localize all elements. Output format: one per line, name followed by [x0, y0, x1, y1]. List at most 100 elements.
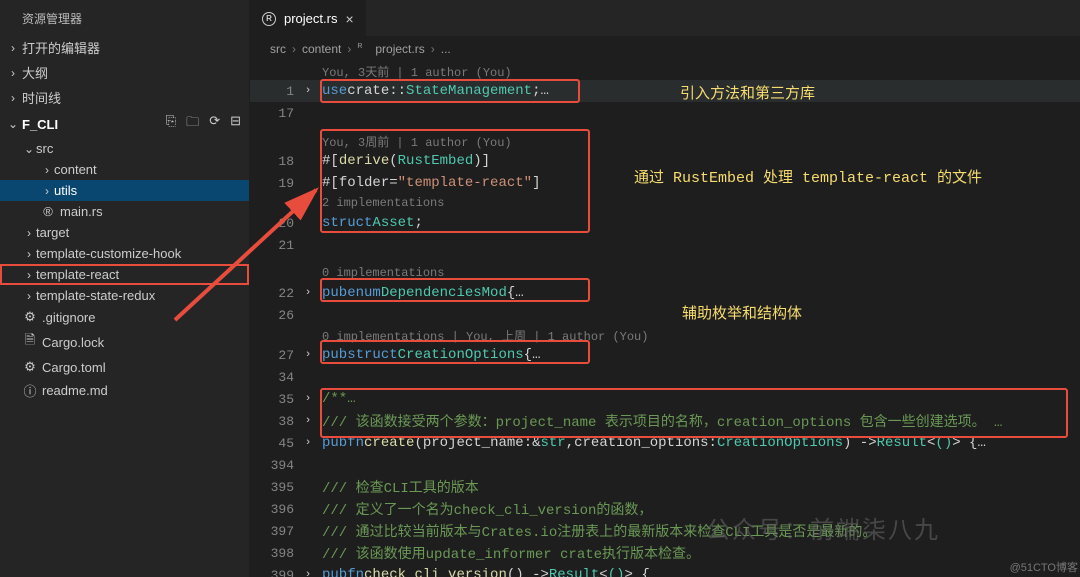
breadcrumb-part: ...: [441, 42, 451, 56]
line-number: 21: [250, 238, 300, 253]
code-lens[interactable]: 2 implementations: [322, 194, 1080, 212]
tree-folder-template-customize-hook[interactable]: › template-customize-hook: [0, 243, 249, 264]
fold-icon[interactable]: ›: [300, 85, 316, 97]
tree-folder-utils[interactable]: › utils: [0, 180, 249, 201]
tree-file-cargo-toml[interactable]: ⚙ Cargo.toml: [0, 356, 249, 378]
annotation-label: 通过 RustEmbed 处理 template-react 的文件: [634, 166, 982, 187]
line-number: 394: [250, 458, 300, 473]
breadcrumb-part[interactable]: src: [270, 42, 286, 56]
tree-folder-content[interactable]: › content: [0, 159, 249, 180]
fold-icon[interactable]: ›: [300, 437, 316, 449]
code-line[interactable]: 35 › /**…: [250, 388, 1080, 410]
line-number: 35: [250, 392, 300, 407]
code-line[interactable]: 45 › pub fn create(project_name: &str, c…: [250, 432, 1080, 454]
breadcrumb[interactable]: src › content › R project.rs › ...: [250, 36, 1080, 62]
section-project-root[interactable]: ⌄ F_CLI ⎘ 🗀 ⟳ ⊟: [0, 110, 249, 138]
collapse-all-icon[interactable]: ⊟: [230, 113, 241, 135]
chevron-down-icon: ⌄: [6, 117, 20, 131]
rust-icon: R: [357, 43, 369, 55]
section-open-editors[interactable]: › 打开的编辑器: [0, 35, 249, 60]
code-line[interactable]: 397/// 通过比较当前版本与Crates.io注册表上的最新版本来检查CLI…: [250, 520, 1080, 542]
fold-icon[interactable]: ›: [300, 415, 316, 427]
code-line[interactable]: 17: [250, 102, 1080, 124]
chevron-down-icon: ⌄: [22, 142, 36, 156]
chevron-right-icon: ›: [6, 66, 20, 80]
code-line[interactable]: 395/// 检查CLI工具的版本: [250, 476, 1080, 498]
line-number: 26: [250, 308, 300, 323]
sidebar-title: 资源管理器: [0, 0, 249, 35]
chevron-right-icon: ›: [40, 184, 54, 198]
tree-file-main-rs[interactable]: ® main.rs: [0, 201, 249, 222]
explorer-sidebar: 资源管理器 › 打开的编辑器 › 大纲 › 时间线 ⌄ F_CLI ⎘ 🗀 ⟳ …: [0, 0, 250, 577]
code-lens[interactable]: You, 3天前 | 1 author (You): [322, 62, 1080, 80]
tab-label: project.rs: [284, 11, 337, 26]
tree-file-gitignore[interactable]: ⚙ .gitignore: [0, 306, 249, 328]
fold-icon[interactable]: ›: [300, 393, 316, 405]
breadcrumb-part[interactable]: project.rs: [375, 42, 424, 56]
code-line[interactable]: 396/// 定义了一个名为check_cli_version的函数，: [250, 498, 1080, 520]
line-number: 27: [250, 348, 300, 363]
tree-folder-template-react[interactable]: › template-react: [0, 264, 249, 285]
code-line[interactable]: 26: [250, 304, 1080, 326]
chevron-right-icon: ›: [6, 91, 20, 105]
code-line[interactable]: 22 › pub enum DependenciesMod {…: [250, 282, 1080, 304]
section-outline[interactable]: › 大纲: [0, 60, 249, 85]
code-line[interactable]: 21: [250, 234, 1080, 256]
close-icon[interactable]: ×: [345, 11, 353, 27]
watermark-credit: @51CTO博客: [1010, 559, 1078, 575]
code-line[interactable]: 38 › /// 该函数接受两个参数：project_name 表示项目的名称，…: [250, 410, 1080, 432]
chevron-right-icon: ›: [22, 226, 36, 240]
gear-icon: ⚙: [22, 359, 38, 375]
code-editor[interactable]: You, 3天前 | 1 author (You) 1 › use crate:…: [250, 62, 1080, 577]
code-line[interactable]: 394: [250, 454, 1080, 476]
tab-project-rs[interactable]: R project.rs ×: [250, 0, 366, 36]
tree-file-readme[interactable]: ⓘ readme.md: [0, 378, 249, 403]
chevron-right-icon: ›: [22, 268, 36, 282]
line-number: 38: [250, 414, 300, 429]
line-number: 18: [250, 154, 300, 169]
tree-folder-template-state-redux[interactable]: › template-state-redux: [0, 285, 249, 306]
chevron-right-icon: ›: [292, 42, 296, 56]
tree-folder-src[interactable]: ⌄ src: [0, 138, 249, 159]
tree-file-cargo-lock[interactable]: 🗎 Cargo.lock: [0, 328, 249, 356]
chevron-right-icon: ›: [22, 289, 36, 303]
chevron-right-icon: ›: [6, 41, 20, 55]
rust-icon: R: [262, 12, 276, 26]
code-lens[interactable]: 0 implementations | You, 上周 | 1 author (…: [322, 326, 1080, 344]
tab-bar: R project.rs ×: [250, 0, 1080, 36]
code-line[interactable]: 20 struct Asset;: [250, 212, 1080, 234]
chevron-right-icon: ›: [22, 247, 36, 261]
fold-icon[interactable]: ›: [300, 287, 316, 299]
annotation-label: 辅助枚举和结构体: [682, 302, 802, 323]
info-icon: ⓘ: [22, 381, 38, 400]
new-file-icon[interactable]: ⎘: [166, 113, 176, 135]
code-lens[interactable]: 0 implementations: [322, 264, 1080, 282]
chevron-right-icon: ›: [40, 163, 54, 177]
watermark-text: 公众号：前端柒八九: [706, 510, 940, 545]
line-number: 396: [250, 502, 300, 517]
line-number: 17: [250, 106, 300, 121]
code-line[interactable]: 34: [250, 366, 1080, 388]
section-timeline[interactable]: › 时间线: [0, 85, 249, 110]
code-line[interactable]: 27 › pub struct CreationOptions {…: [250, 344, 1080, 366]
line-number: 399: [250, 568, 300, 577]
line-number: 22: [250, 286, 300, 301]
new-folder-icon[interactable]: 🗀: [186, 113, 199, 135]
annotation-label: 引入方法和第三方库: [680, 82, 815, 103]
gear-icon: ⚙: [22, 309, 38, 325]
refresh-icon[interactable]: ⟳: [209, 113, 220, 135]
code-line[interactable]: 399 › pub fn check_cli_version() -> Resu…: [250, 564, 1080, 577]
breadcrumb-part[interactable]: content: [302, 42, 341, 56]
fold-icon[interactable]: ›: [300, 349, 316, 361]
code-lens[interactable]: You, 3周前 | 1 author (You): [322, 132, 1080, 150]
line-number: 34: [250, 370, 300, 385]
rust-icon: ®: [40, 204, 56, 219]
line-number: 19: [250, 176, 300, 191]
fold-icon[interactable]: ›: [300, 569, 316, 577]
code-line[interactable]: 1 › use crate::StateManagement; …: [250, 80, 1080, 102]
chevron-right-icon: ›: [347, 42, 351, 56]
code-line[interactable]: 398/// 该函数使用update_informer crate执行版本检查。: [250, 542, 1080, 564]
tree-folder-target[interactable]: › target: [0, 222, 249, 243]
line-number: 398: [250, 546, 300, 561]
file-icon: 🗎: [22, 331, 38, 353]
